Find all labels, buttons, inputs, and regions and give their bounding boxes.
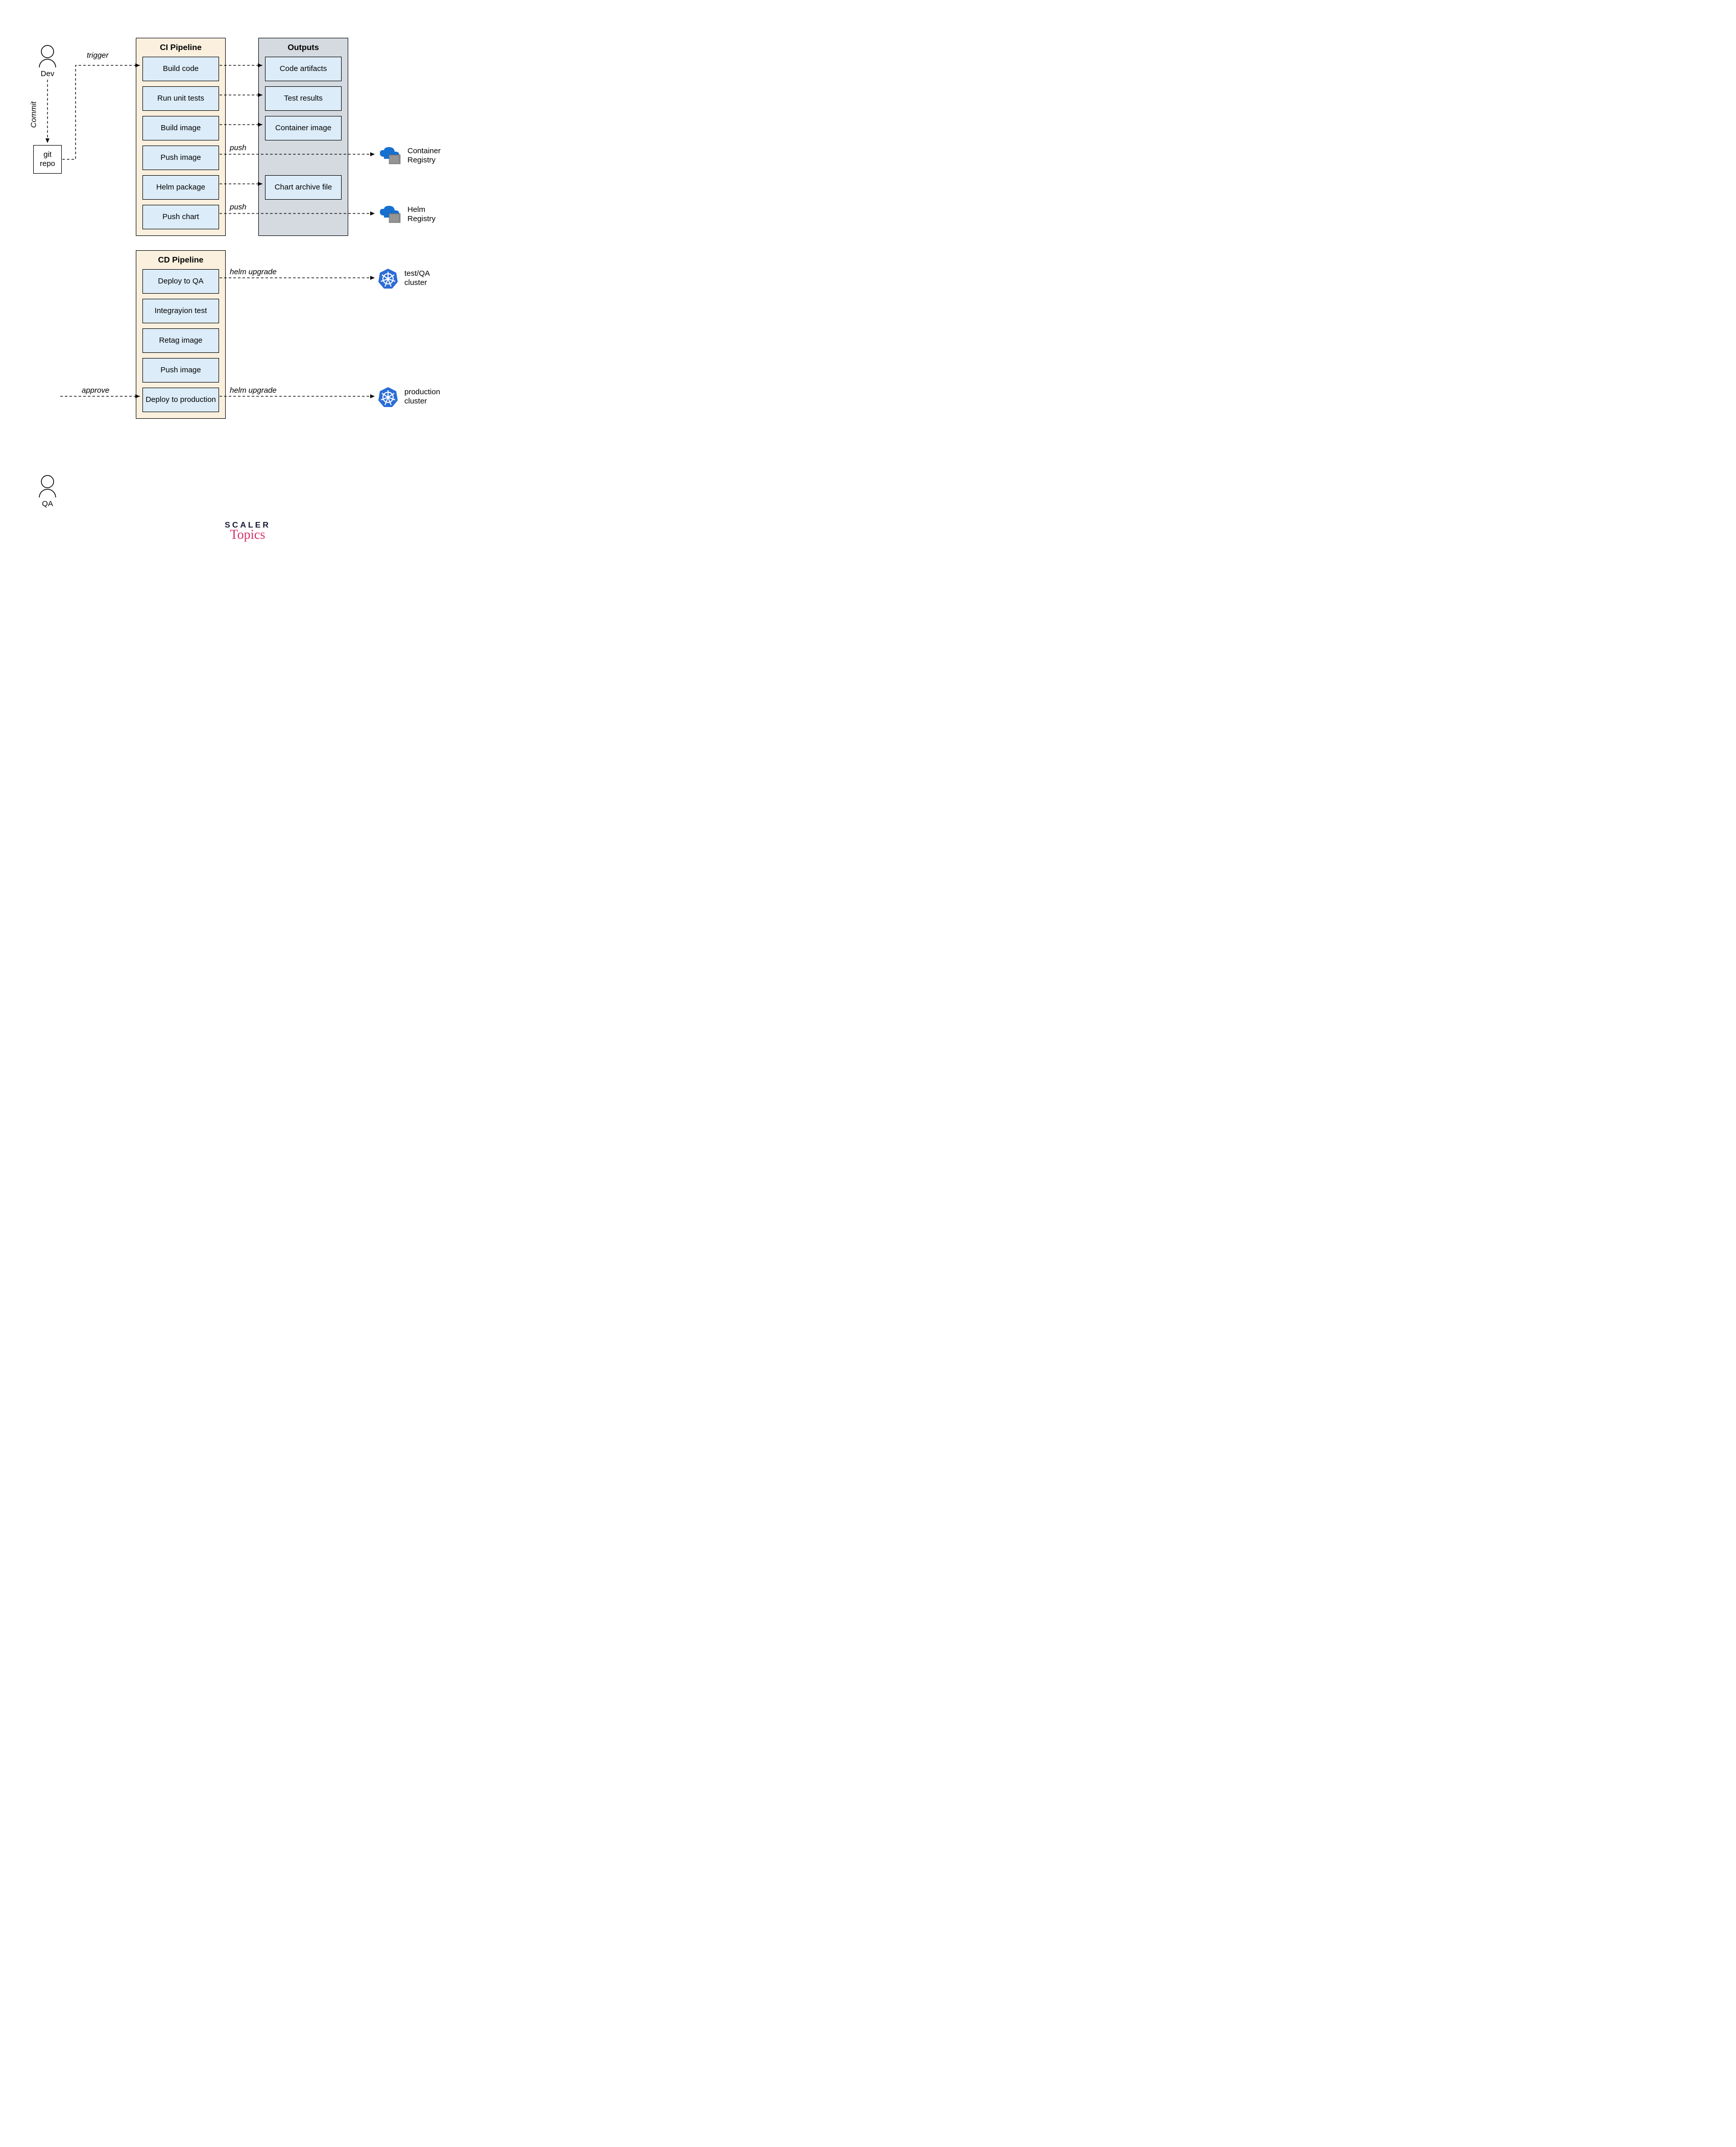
scaler-topics-logo: SCALER Topics bbox=[225, 521, 271, 542]
arrows-overlay bbox=[0, 0, 495, 511]
topics-text: Topics bbox=[225, 527, 271, 542]
